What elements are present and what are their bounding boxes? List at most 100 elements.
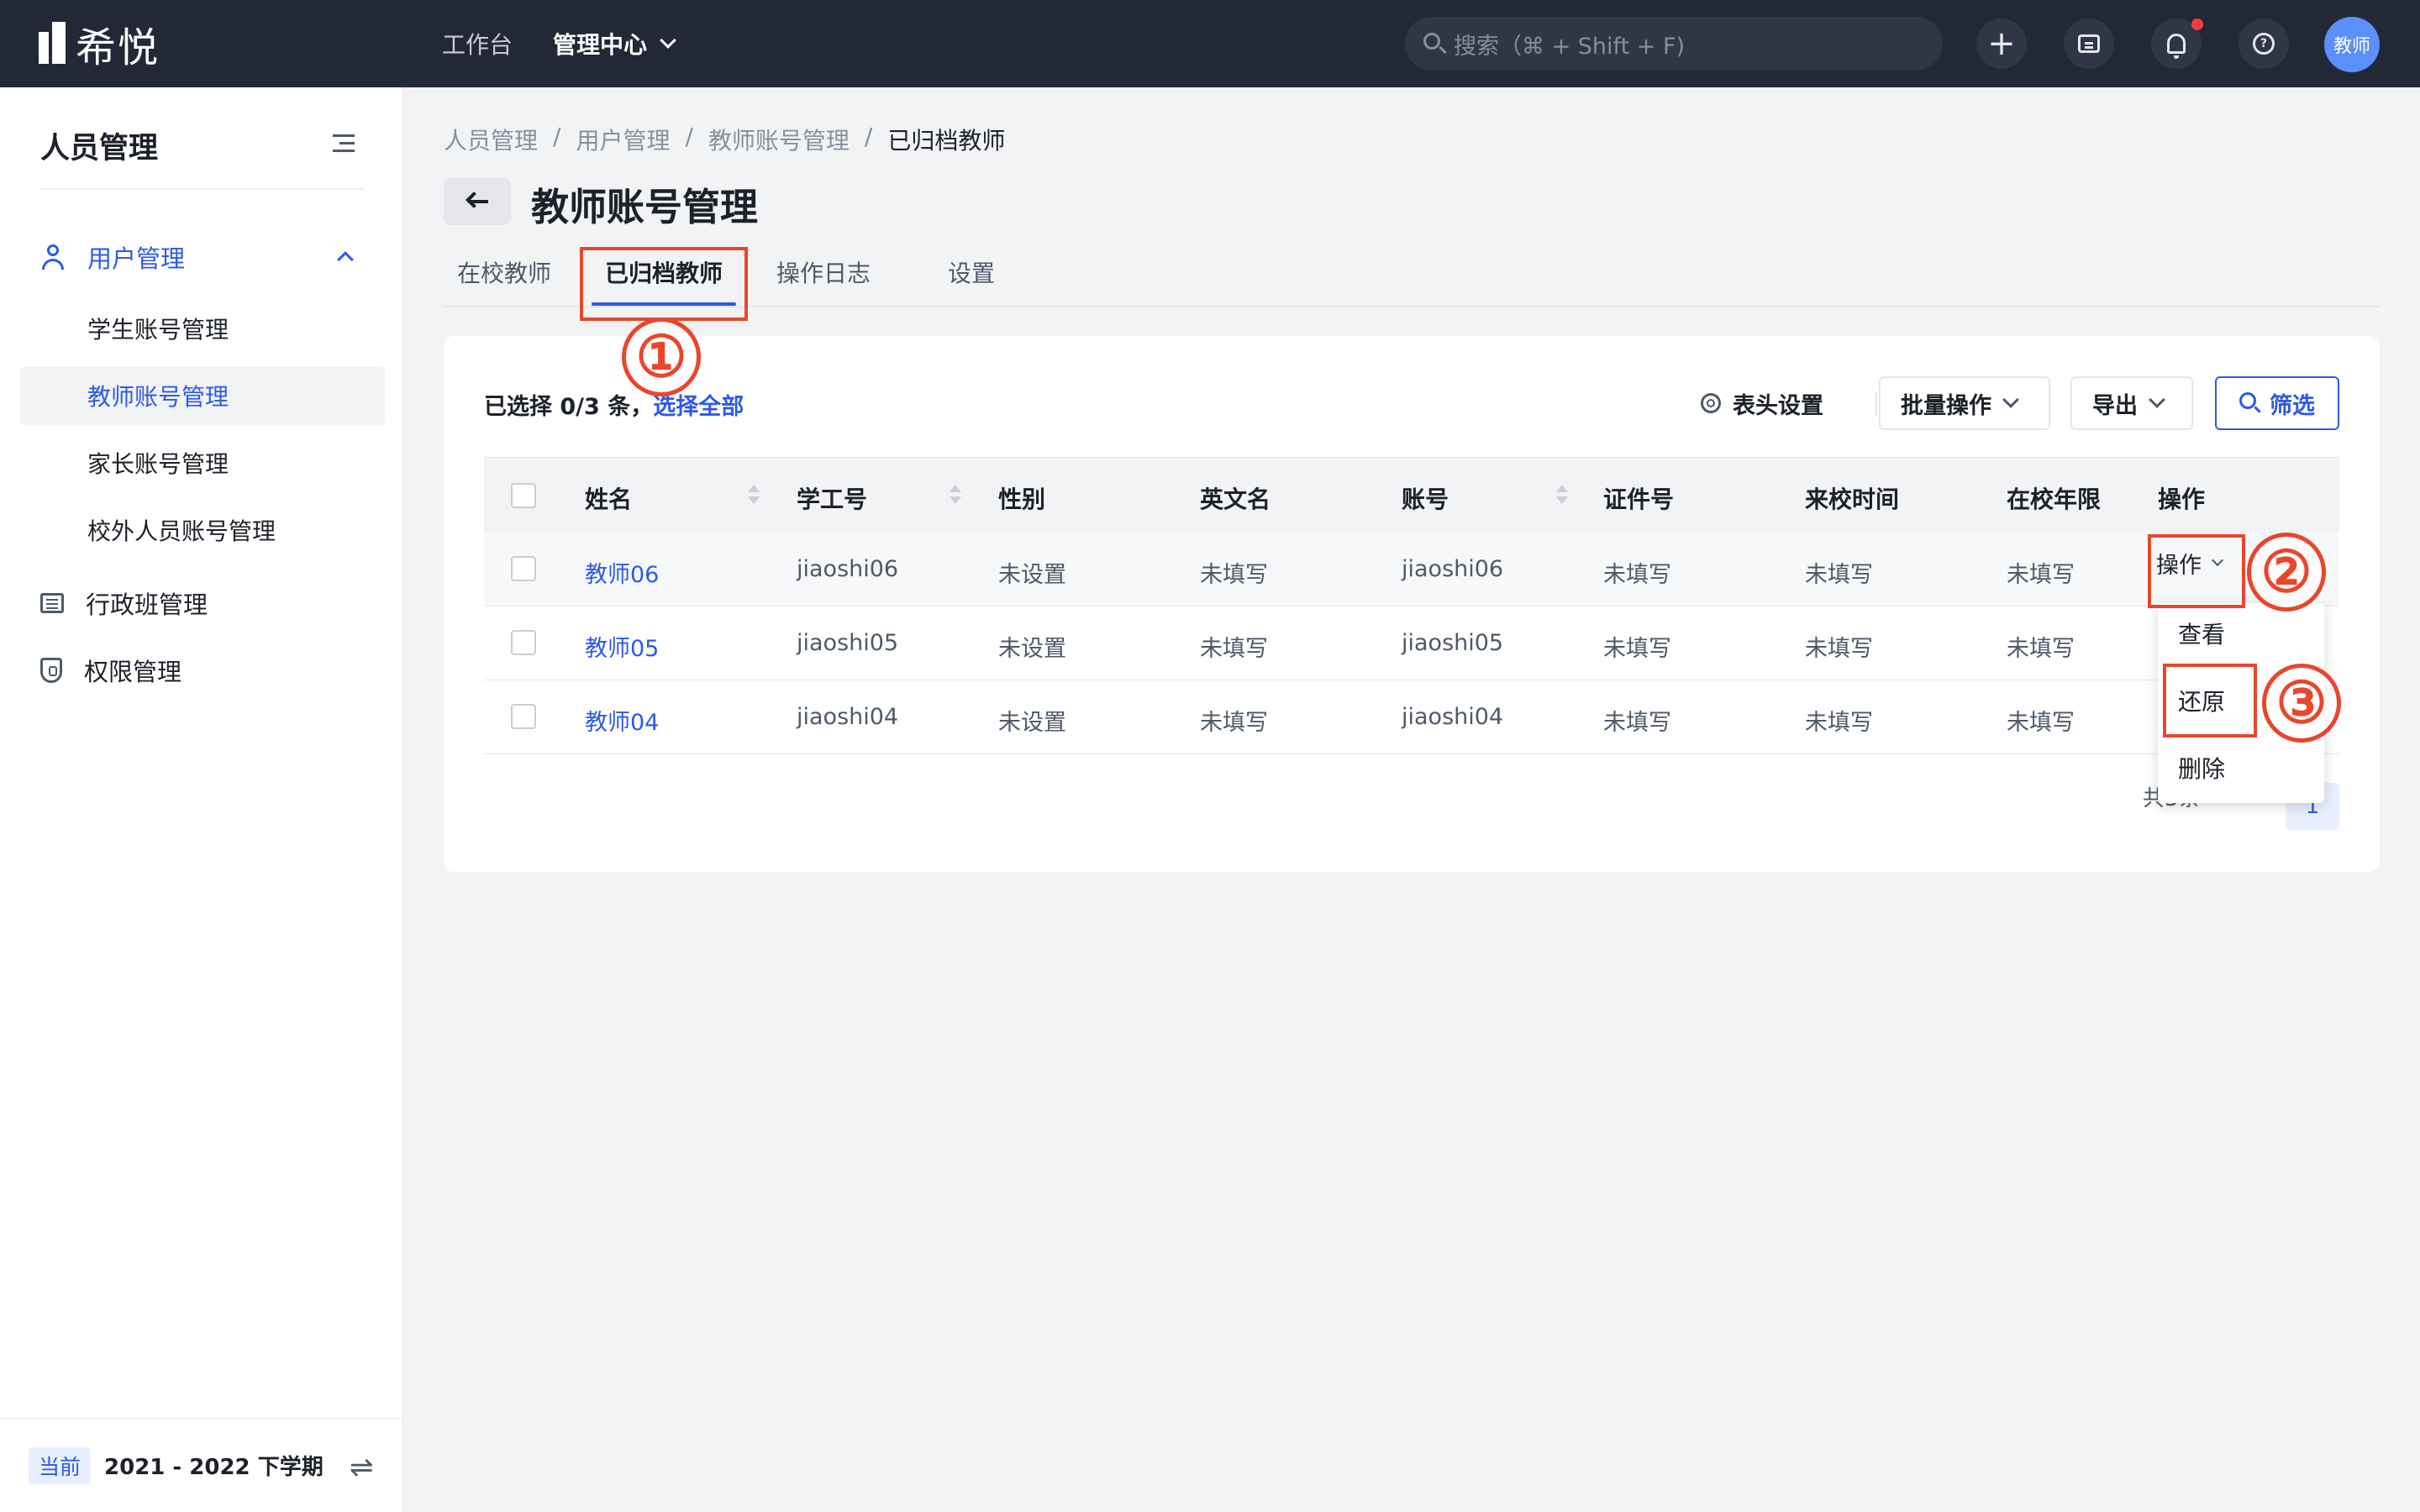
sidebar-item-label: 行政班管理 xyxy=(86,591,208,619)
add-button[interactable]: + xyxy=(1976,18,2027,69)
sort-icon[interactable] xyxy=(950,485,961,507)
class-icon xyxy=(40,593,64,613)
column-header: 账号 xyxy=(1402,486,1449,513)
teacher-name-link[interactable]: 教师04 xyxy=(585,704,659,737)
notification-dot xyxy=(2191,18,2203,30)
teacher-name-link[interactable]: 教师06 xyxy=(585,556,659,589)
header-settings-button[interactable]: 表头设置 xyxy=(1701,376,1823,430)
tab-settings[interactable]: 设置 xyxy=(948,255,995,289)
batch-actions-button[interactable]: 批量操作 xyxy=(1879,376,2050,430)
term-selector[interactable]: 当前 2021 - 2022 下学期 ⇌ xyxy=(0,1418,403,1512)
help-icon: ? xyxy=(2253,33,2275,55)
select-all-link[interactable]: 选择全部 xyxy=(653,394,744,420)
table-cell: 未填写 xyxy=(1603,636,1671,662)
sidebar-group-user-management[interactable]: 用户管理 xyxy=(0,232,403,282)
current-term: 2021 - 2022 下学期 xyxy=(104,1455,324,1480)
table-row: 教师05 jiaoshi05 未设置 未填写 jiaoshi05 未填写 未填写… xyxy=(484,606,2339,680)
nav-workbench[interactable]: 工作台 xyxy=(442,27,513,60)
avatar[interactable]: 教师 xyxy=(2324,17,2380,72)
annotation-box-restore xyxy=(2163,664,2257,738)
help-button[interactable]: ? xyxy=(2238,18,2289,69)
shield-icon xyxy=(40,658,62,683)
table-cell: 未设置 xyxy=(998,710,1066,736)
tab-active-teachers[interactable]: 在校教师 xyxy=(457,255,551,289)
sort-icon[interactable] xyxy=(748,485,760,507)
teacher-name-link[interactable]: 教师05 xyxy=(585,630,659,663)
nav-admin-center[interactable]: 管理中心 xyxy=(553,27,676,60)
chevron-down-icon xyxy=(2149,391,2165,408)
breadcrumb-separator: / xyxy=(864,123,873,150)
bell-icon xyxy=(2167,34,2186,59)
sidebar-item-student-accounts[interactable]: 学生账号管理 xyxy=(20,299,385,358)
gear-icon xyxy=(1701,393,1721,413)
select-all-checkbox[interactable] xyxy=(511,483,536,508)
filter-button[interactable]: 筛选 xyxy=(2215,376,2339,430)
table-cell: jiaoshi06 xyxy=(797,556,899,582)
sort-icon[interactable] xyxy=(1556,485,1568,507)
table-cell: 未填写 xyxy=(2007,562,2075,588)
sidebar-item-parent-accounts[interactable]: 家长账号管理 xyxy=(20,433,385,492)
column-header: 姓名 xyxy=(585,486,633,513)
sidebar: 人员管理 用户管理 学生账号管理 教师账号管理 家长账号管理 校外人员账号管理 … xyxy=(0,87,403,1512)
table-cell: 未填写 xyxy=(1200,562,1268,588)
tab-operation-log[interactable]: 操作日志 xyxy=(776,255,871,289)
messages-button[interactable] xyxy=(2064,18,2114,69)
sidebar-title: 人员管理 xyxy=(40,132,159,165)
breadcrumb: 人员管理 / 用户管理 / 教师账号管理 / 已归档教师 xyxy=(444,123,1005,156)
content-card: 已选择 0/3 条，选择全部 表头设置 批量操作 导出 筛选 姓名 学工号 性别… xyxy=(444,336,2380,872)
logo[interactable]: 希悦 xyxy=(39,22,160,71)
row-checkbox[interactable] xyxy=(511,556,536,581)
search-placeholder: 搜索（⌘ + Shift + F) xyxy=(1454,33,1686,60)
sidebar-item-label: 权限管理 xyxy=(84,658,182,686)
search-icon xyxy=(2239,392,2261,414)
column-header: 学工号 xyxy=(797,486,868,513)
top-nav: 工作台 管理中心 xyxy=(442,0,714,87)
menu-item-delete[interactable]: 删除 xyxy=(2178,751,2225,785)
menu-item-view[interactable]: 查看 xyxy=(2178,617,2225,650)
current-term-badge: 当前 xyxy=(29,1446,92,1484)
annotation-box-tab xyxy=(580,247,748,321)
table-row: 教师04 jiaoshi04 未设置 未填写 jiaoshi04 未填写 未填写… xyxy=(484,680,2339,754)
arrow-left-icon xyxy=(466,192,488,210)
toolbar-divider xyxy=(1876,391,1877,417)
column-header: 证件号 xyxy=(1603,486,1675,513)
column-header: 英文名 xyxy=(1200,486,1271,513)
annotation-number-1: ① xyxy=(622,318,701,396)
breadcrumb-item[interactable]: 教师账号管理 xyxy=(708,123,850,156)
swap-icon[interactable]: ⇌ xyxy=(350,1451,374,1484)
collapse-sidebar-icon[interactable] xyxy=(333,134,355,153)
table-row: 教师06 jiaoshi06 未设置 未填写 jiaoshi06 未填写 未填写… xyxy=(484,533,2339,606)
table-cell: 未填写 xyxy=(1603,710,1671,736)
table-cell: 未设置 xyxy=(998,636,1066,662)
batch-actions-label: 批量操作 xyxy=(1901,392,1991,419)
back-button[interactable] xyxy=(444,178,511,225)
selection-count: 已选择 0/3 条， xyxy=(484,394,654,420)
breadcrumb-separator: / xyxy=(553,123,561,150)
table-cell: 未填写 xyxy=(1200,710,1268,736)
logo-mark-icon xyxy=(39,22,67,66)
table-cell: jiaoshi04 xyxy=(1402,704,1504,730)
sidebar-item-class-management[interactable]: 行政班管理 xyxy=(0,578,403,628)
filter-label: 筛选 xyxy=(2270,392,2315,419)
table-cell: 未填写 xyxy=(1603,562,1671,588)
breadcrumb-item[interactable]: 人员管理 xyxy=(444,123,538,156)
global-search[interactable]: 搜索（⌘ + Shift + F) xyxy=(1405,17,1943,71)
sidebar-divider xyxy=(40,188,365,190)
table-cell: jiaoshi04 xyxy=(797,704,899,730)
table-cell: 未填写 xyxy=(1805,710,1873,736)
sidebar-item-permissions[interactable]: 权限管理 xyxy=(0,645,403,696)
table-cell: jiaoshi05 xyxy=(1402,630,1504,656)
sidebar-item-teacher-accounts[interactable]: 教师账号管理 xyxy=(20,366,385,425)
sidebar-item-external-accounts[interactable]: 校外人员账号管理 xyxy=(20,501,385,559)
table-cell: jiaoshi05 xyxy=(797,630,899,656)
breadcrumb-item[interactable]: 用户管理 xyxy=(576,123,670,156)
export-button[interactable]: 导出 xyxy=(2070,376,2193,430)
search-icon xyxy=(1422,31,1447,56)
page-title: 教师账号管理 xyxy=(531,185,759,229)
annotation-number-3: ③ xyxy=(2262,664,2341,743)
table-cell: 未填写 xyxy=(2007,636,2075,662)
table-cell: 未填写 xyxy=(1805,562,1873,588)
chevron-down-icon xyxy=(2002,391,2019,408)
row-checkbox[interactable] xyxy=(511,704,536,729)
row-checkbox[interactable] xyxy=(511,630,536,655)
